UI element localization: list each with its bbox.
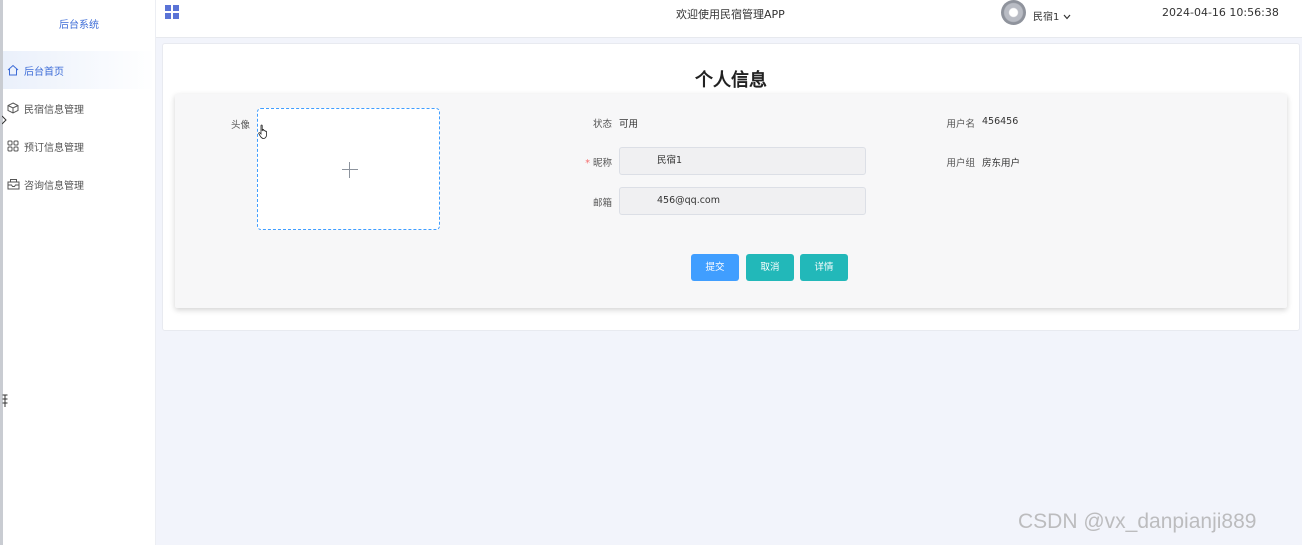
sidebar-item-label: 后台首页 <box>24 66 64 78</box>
status-value: 可用 <box>619 119 639 130</box>
sidebar-item-label: 预订信息管理 <box>24 142 84 154</box>
username-value: 456456 <box>982 116 1019 127</box>
sidebar-item-label: 咨询信息管理 <box>24 180 84 192</box>
status-label: 状态 <box>592 119 612 130</box>
avatar-label: 头像 <box>230 120 250 131</box>
sidebar: 后台系统 后台首页 民宿信息管理 预订信息管理 咨询信息管理 <box>2 0 156 545</box>
sidebar-item-booking[interactable]: 预订信息管理 <box>3 127 155 165</box>
brand-title: 后台系统 <box>59 20 99 31</box>
submit-button[interactable]: 提交 <box>691 254 739 281</box>
profile-card: 个人信息 头像 状态 可用 * 昵称 民宿1 邮箱 456@qq.com 用户名 … <box>162 43 1300 331</box>
avatar[interactable] <box>1001 0 1026 25</box>
detail-button[interactable]: 详情 <box>800 254 848 281</box>
sidebar-item-homestay[interactable]: 民宿信息管理 <box>3 89 155 127</box>
top-bar: 欢迎使用民宿管理APP 民宿1 2024-04-16 10:56:38 <box>156 0 1302 38</box>
usergroup-label: 用户组 <box>946 158 975 169</box>
chevron-down-icon <box>1063 14 1071 20</box>
chevron-fragment-icon <box>2 115 7 125</box>
nickname-label: * 昵称 <box>585 158 612 169</box>
sidebar-item-label: 民宿信息管理 <box>24 104 84 116</box>
profile-form: 头像 状态 可用 * 昵称 民宿1 邮箱 456@qq.com 用户名 45645… <box>175 94 1287 308</box>
avatar-upload[interactable] <box>257 108 440 230</box>
cancel-button[interactable]: 取消 <box>746 254 794 281</box>
apps-grid-icon <box>6 139 20 153</box>
plus-icon <box>342 162 358 178</box>
welcome-text: 欢迎使用民宿管理APP <box>676 8 785 21</box>
user-name: 民宿1 <box>1033 12 1060 23</box>
current-time: 2024-04-16 10:56:38 <box>1162 6 1279 19</box>
text-fragment-icon <box>2 394 8 407</box>
sidebar-item-home[interactable]: 后台首页 <box>3 51 155 89</box>
hand-pointer-icon <box>258 124 267 139</box>
watermark: CSDN @vx_danpianji889 <box>1018 510 1257 533</box>
grid-menu-icon[interactable] <box>165 5 179 19</box>
nickname-input[interactable]: 民宿1 <box>619 147 866 175</box>
required-mark: * <box>585 158 590 169</box>
cube-icon <box>6 101 20 115</box>
page-title: 个人信息 <box>695 70 767 91</box>
sidebar-item-consult[interactable]: 咨询信息管理 <box>3 165 155 203</box>
home-icon <box>6 63 20 77</box>
usergroup-value: 房东用户 <box>982 158 1021 169</box>
username-label: 用户名 <box>946 119 975 130</box>
inbox-icon <box>6 177 20 191</box>
email-label: 邮箱 <box>592 198 612 209</box>
user-dropdown[interactable]: 民宿1 <box>1033 8 1071 23</box>
email-input[interactable]: 456@qq.com <box>619 187 866 215</box>
